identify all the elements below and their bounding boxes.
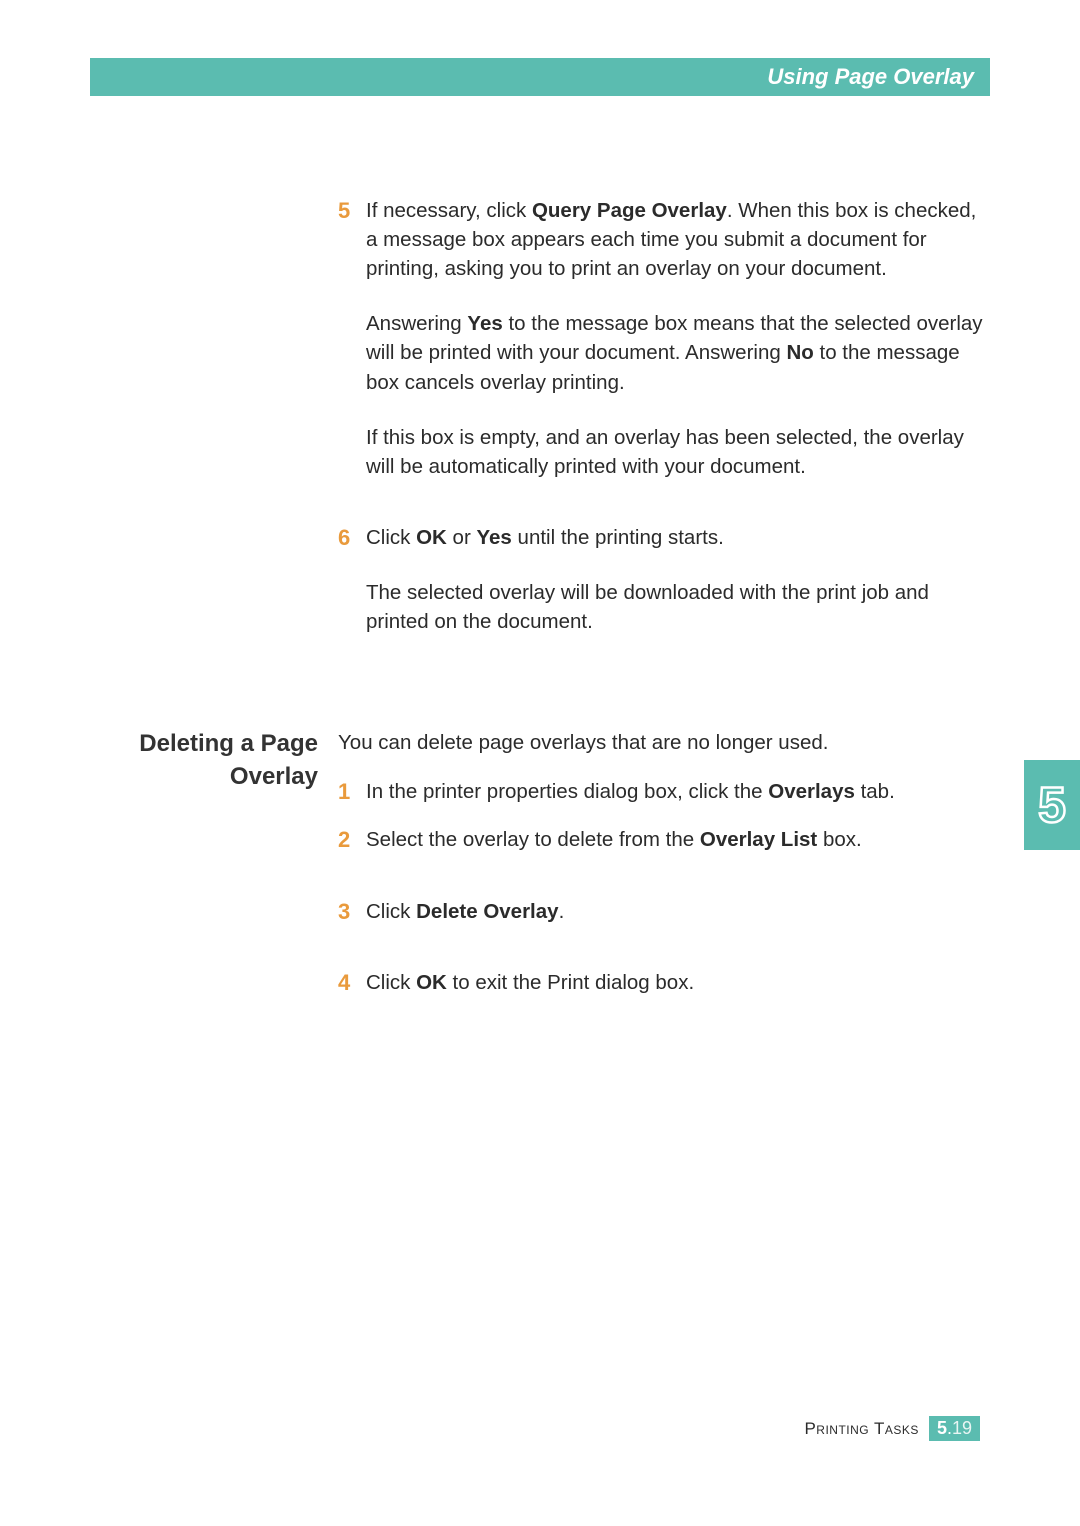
left-margin [90,196,338,481]
step-number: 5 [338,196,366,481]
footer-chapter: 5 [937,1418,947,1438]
section-intro-row: Deleting a Page Overlay You can delete p… [90,728,990,807]
content-area: 5 If necessary, click Query Page Overlay… [90,96,990,998]
footer-page: 19 [952,1418,972,1438]
step-text: Select the overlay to delete from the Ov… [366,825,990,855]
step-row: 5 If necessary, click Query Page Overlay… [338,196,990,481]
section-heading-col: Deleting a Page Overlay [90,728,338,807]
step-block: 3 Click Delete Overlay. [90,897,990,927]
section-deleting: Deleting a Page Overlay You can delete p… [90,728,990,998]
step-row: 3 Click Delete Overlay. [338,897,990,927]
footer: Printing Tasks 5.19 [804,1416,980,1441]
header-title: Using Page Overlay [767,64,974,90]
step-row: 1 In the printer properties dialog box, … [338,777,990,807]
left-margin [90,968,338,998]
step-para: Answering Yes to the message box means t… [366,309,990,396]
left-margin [90,825,338,855]
footer-page-number: 5.19 [929,1416,980,1441]
step-row: 6 Click OK or Yes until the printing sta… [338,523,990,636]
step-para: If this box is empty, and an overlay has… [366,423,990,481]
section-heading: Deleting a Page Overlay [90,728,318,793]
step-number: 6 [338,523,366,636]
step-para: Click OK or Yes until the printing start… [366,523,990,552]
step-text: Click Delete Overlay. [366,897,990,927]
page: Using Page Overlay 5 If necessary, click… [0,0,1080,1526]
step-text: In the printer properties dialog box, cl… [366,777,990,807]
section-intro: You can delete page overlays that are no… [338,728,990,807]
step-text: Click OK or Yes until the printing start… [366,523,990,636]
left-margin [90,897,338,927]
chapter-tab: 5 [1024,760,1080,850]
left-margin [90,523,338,636]
step-row: 4 Click OK to exit the Print dialog box. [338,968,990,998]
step-number: 3 [338,897,366,927]
step-block: 5 If necessary, click Query Page Overlay… [90,196,990,481]
step-number: 2 [338,825,366,855]
step-row: 2 Select the overlay to delete from the … [338,825,990,855]
step-number: 1 [338,777,366,807]
header-bar: Using Page Overlay [90,58,990,96]
chapter-tab-number: 5 [1038,776,1066,834]
step-para: The selected overlay will be downloaded … [366,578,990,636]
step-block: 2 Select the overlay to delete from the … [90,825,990,855]
footer-section-label: Printing Tasks [804,1419,919,1439]
intro-text: You can delete page overlays that are no… [338,728,990,757]
step-number: 4 [338,968,366,998]
step-para: If necessary, click Query Page Overlay. … [366,196,990,283]
step-block: 6 Click OK or Yes until the printing sta… [90,523,990,636]
step-text: If necessary, click Query Page Overlay. … [366,196,990,481]
step-block: 4 Click OK to exit the Print dialog box. [90,968,990,998]
step-text: Click OK to exit the Print dialog box. [366,968,990,998]
